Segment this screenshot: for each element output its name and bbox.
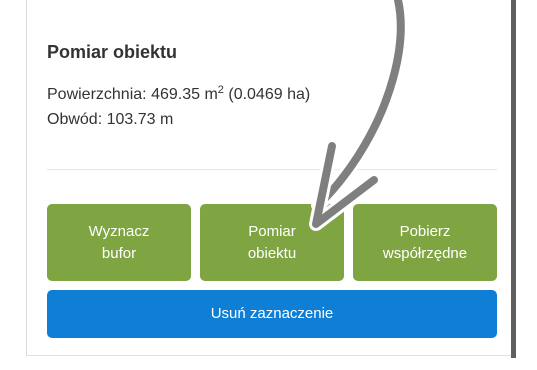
perimeter-readout: Obwód: 103.73 m (47, 111, 173, 129)
area-readout: Powierzchnia: 469.35 m2 (0.0469 ha) (47, 84, 311, 104)
measure-button-line1: Pomiar (248, 222, 296, 240)
panel-title: Pomiar obiektu (47, 42, 178, 62)
area-hectares: (0.0469 ha) (228, 86, 311, 103)
panel-bottom-border (26, 355, 512, 356)
perimeter-value: 103.73 m (106, 111, 174, 128)
vertical-scrollbar[interactable] (511, 0, 516, 358)
clear-selection-label: Usuń zaznaczenie (210, 305, 334, 322)
measure-button-line2: obiektu (247, 244, 297, 262)
buffer-button[interactable]: Wyznacz bufor (47, 204, 191, 281)
area-value: 469.35 m (151, 86, 218, 103)
section-divider (47, 169, 497, 170)
panel-left-border (26, 0, 27, 356)
buffer-button-line1: Wyznacz (88, 222, 150, 240)
area-unit-exponent: 2 (217, 84, 224, 96)
perimeter-label: Obwód: (47, 111, 103, 128)
coords-button-line2: współrzędne (382, 244, 468, 262)
get-coordinates-button[interactable]: Pobierz współrzędne (353, 204, 497, 281)
clear-selection-button[interactable]: Usuń zaznaczenie (47, 290, 497, 338)
area-label: Powierzchnia: (47, 86, 147, 103)
measure-object-button[interactable]: Pomiar obiektu (200, 204, 344, 281)
coords-button-line1: Pobierz (399, 222, 451, 240)
buffer-button-line2: bufor (101, 244, 137, 262)
measurement-panel: Pomiar obiektu Powierzchnia: 469.35 m2 (… (0, 0, 537, 370)
